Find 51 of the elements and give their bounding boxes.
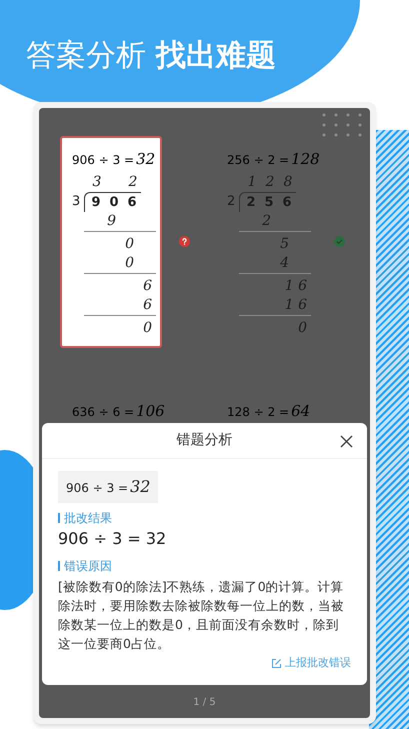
work-digit: 0 bbox=[143, 318, 152, 338]
divisor: 3 bbox=[72, 192, 82, 210]
quotient-digit: 2 bbox=[128, 172, 138, 192]
equation-text: 256 ÷ 2 = bbox=[227, 152, 290, 169]
equation-text: 906 ÷ 3 = bbox=[72, 152, 134, 169]
edit-icon bbox=[271, 658, 282, 669]
error-reason-text: [被除数有0的除法]不熟练，遗漏了0的计算。计算除法时，要用除数去除被除数每一位上的数，当被除数某一位上的数是0，且前面没有余数时，除到这一位要商0占位。 bbox=[58, 578, 345, 653]
divisor: 2 bbox=[227, 192, 236, 210]
work-digit: 0 bbox=[298, 318, 307, 338]
work-digit: 0 bbox=[125, 254, 134, 272]
headline-highlight: 找出难题 bbox=[156, 37, 276, 75]
section-heading: 批改结果 bbox=[64, 510, 112, 527]
work-digit: 1 6 bbox=[284, 276, 307, 296]
handwritten-answer: 32 bbox=[136, 149, 156, 170]
report-error-link[interactable]: 上报批改错误 bbox=[271, 655, 351, 672]
handwritten-answer: 32 bbox=[130, 476, 150, 498]
quotient-digit: 3 bbox=[92, 172, 102, 192]
dialog-title: 错题分析 bbox=[176, 431, 232, 450]
handwritten-answer: 64 bbox=[291, 400, 310, 422]
page-indicator: 1 / 5 bbox=[192, 696, 217, 710]
dividend-digit: 9 bbox=[90, 194, 102, 212]
dividend-digit: 6 bbox=[281, 194, 293, 212]
work-digit: 0 bbox=[125, 234, 134, 254]
work-digit: 6 bbox=[143, 276, 152, 296]
work-digit: 6 bbox=[143, 296, 152, 314]
headline: 答案分析 bbox=[26, 37, 146, 75]
dot-grid-icon bbox=[320, 112, 364, 138]
problem-card[interactable]: 906 ÷ 3 =32 3 2 3 9 0 6 9 0 0 6 6 0 bbox=[60, 136, 162, 348]
check-icon[interactable] bbox=[334, 236, 344, 248]
handwritten-answer: 106 bbox=[136, 400, 165, 422]
equation-text: 636 ÷ 6 = bbox=[72, 404, 134, 420]
quotient-digit: 1 bbox=[246, 172, 258, 192]
work-digit: 9 bbox=[107, 212, 116, 230]
dividend-digit: 2 bbox=[245, 194, 257, 212]
dividend-digit: 5 bbox=[263, 194, 275, 212]
section-heading: 错误原因 bbox=[64, 558, 112, 575]
work-digit: 4 bbox=[280, 254, 289, 272]
dividend-digit: 6 bbox=[126, 194, 138, 212]
quotient-digit: 8 bbox=[282, 172, 294, 192]
quotient-digit: 2 bbox=[264, 172, 276, 192]
corrected-answer: 906 ÷ 3 = 32 bbox=[58, 528, 168, 550]
handwritten-answer: 128 bbox=[291, 149, 320, 170]
work-digit: 2 bbox=[262, 212, 271, 230]
dividend-digit: 0 bbox=[108, 194, 120, 212]
problem-card[interactable]: 256 ÷ 2 =128 1 2 8 2 2 5 6 2 5 4 1 6 1 6 0 bbox=[215, 136, 317, 348]
question-mark-icon[interactable] bbox=[178, 236, 190, 248]
work-digit: 1 6 bbox=[284, 296, 307, 314]
equation-text: 906 ÷ 3 = bbox=[66, 480, 128, 497]
close-icon bbox=[340, 434, 352, 448]
equation-text: 128 ÷ 2 = bbox=[227, 404, 290, 420]
work-digit: 5 bbox=[280, 234, 289, 254]
